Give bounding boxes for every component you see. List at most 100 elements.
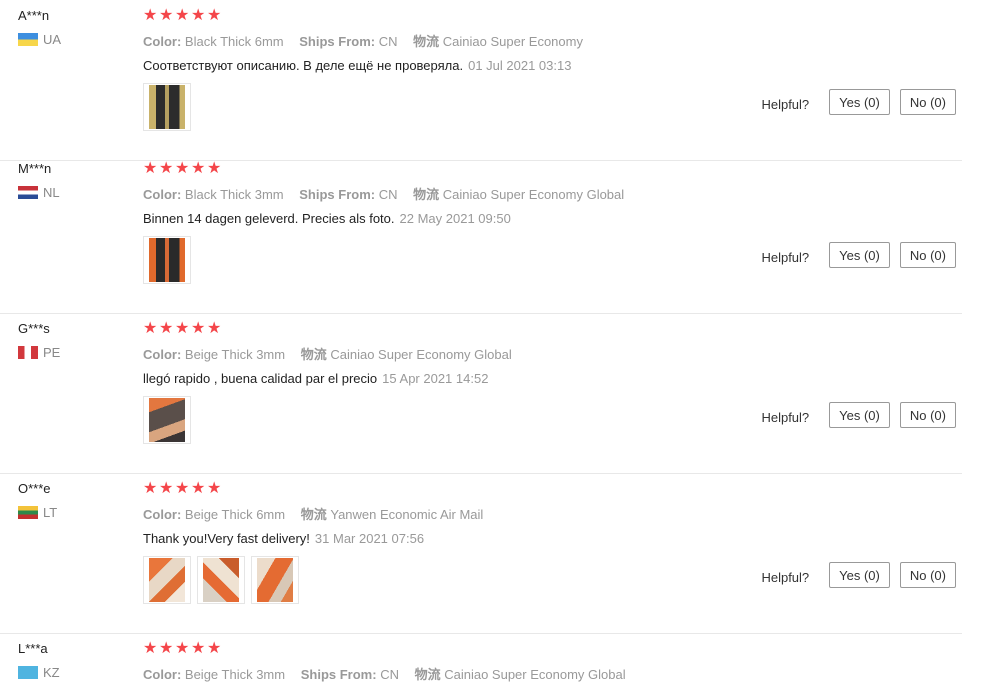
review-photo-thumbnail[interactable] xyxy=(143,236,191,284)
ships-from-value: CN xyxy=(378,34,398,49)
reviewer-country: UA xyxy=(18,32,61,47)
review-photo-thumbnail[interactable] xyxy=(143,83,191,131)
review-photos xyxy=(143,556,299,604)
reviewer-name: L***a xyxy=(18,641,48,656)
no-button[interactable]: No (0) xyxy=(899,89,956,115)
star-icon: ★ xyxy=(207,320,222,337)
star-icon: ★ xyxy=(207,640,222,657)
flag-nl-icon xyxy=(18,186,38,199)
helpful-label: Helpful? xyxy=(761,96,810,112)
color-value: Beige Thick 3mm xyxy=(184,667,286,682)
review-body: Thank you!Very fast delivery! xyxy=(143,531,310,546)
ships-from-label: Ships From: xyxy=(299,187,376,202)
logistics-label: 物流 xyxy=(413,187,440,202)
ships-from-label: Ships From: xyxy=(300,667,377,682)
flag-ua-icon xyxy=(18,33,38,46)
reviewer-country: KZ xyxy=(18,665,60,680)
star-icon: ★ xyxy=(191,320,206,337)
flag-lt-icon xyxy=(18,506,38,519)
no-button[interactable]: No (0) xyxy=(899,562,956,588)
review-body: Соответствуют описанию. В деле ещё не пр… xyxy=(143,58,464,73)
review-photo-thumbnail[interactable] xyxy=(143,556,191,604)
review-content: ★ ★ ★ ★ ★ Color: Black Thick 3mm Ships From:… xyxy=(143,160,962,284)
yes-button[interactable]: Yes (0) xyxy=(829,562,890,588)
logistics-value: Yanwen Economic Air Mail xyxy=(330,507,484,522)
star-icon: ★ xyxy=(159,640,174,657)
review-attributes: Color: Beige Thick 3mm Ships From: CN 物流… xyxy=(143,664,962,683)
star-icon: ★ xyxy=(175,160,190,177)
star-rating: ★ ★ ★ ★ ★ xyxy=(143,7,962,25)
ships-from-value: CN xyxy=(380,667,399,682)
helpful-label: Helpful? xyxy=(761,249,810,265)
star-icon: ★ xyxy=(143,320,158,337)
review-date: 31 Mar 2021 07:56 xyxy=(314,531,425,546)
logistics-label: 物流 xyxy=(414,667,441,682)
review-photos xyxy=(143,396,191,444)
review-text: Binnen 14 dagen geleverd. Precies als fo… xyxy=(143,211,962,226)
color-value: Beige Thick 6mm xyxy=(184,507,286,522)
review-text: llegó rapido , buena calidad par el prec… xyxy=(143,371,962,386)
review-content: ★ ★ ★ ★ ★ Color: Beige Thick 3mm 物流 Cainiao … xyxy=(143,320,962,444)
review-photo-thumbnail[interactable] xyxy=(143,396,191,444)
review-item: M***n NL ★ ★ ★ ★ ★ Color: Black Thick 3mm Sh… xyxy=(0,153,962,314)
no-button[interactable]: No (0) xyxy=(899,402,956,428)
star-icon: ★ xyxy=(143,480,158,497)
star-icon: ★ xyxy=(175,7,190,24)
star-icon: ★ xyxy=(191,7,206,24)
yes-button[interactable]: Yes (0) xyxy=(829,242,890,268)
star-icon: ★ xyxy=(143,640,158,657)
star-icon: ★ xyxy=(175,320,190,337)
review-date: 15 Apr 2021 14:52 xyxy=(382,371,489,386)
country-code: LT xyxy=(43,505,58,520)
star-rating: ★ ★ ★ ★ ★ xyxy=(143,640,962,658)
color-value: Black Thick 3mm xyxy=(184,187,284,202)
country-code: PE xyxy=(43,345,61,360)
reviewer-name: A***n xyxy=(18,8,50,23)
review-attributes: Color: Black Thick 3mm Ships From: CN 物流… xyxy=(143,184,962,203)
star-rating: ★ ★ ★ ★ ★ xyxy=(143,480,962,498)
helpful-label: Helpful? xyxy=(761,409,810,425)
no-button[interactable]: No (0) xyxy=(899,242,956,268)
review-content: ★ ★ ★ ★ ★ Color: Black Thick 6mm Ships From:… xyxy=(143,7,962,131)
ships-from-value: CN xyxy=(378,187,398,202)
star-icon: ★ xyxy=(175,480,190,497)
reviewer-info: G***s PE xyxy=(18,321,60,360)
country-code: NL xyxy=(43,185,60,200)
review-photo-thumbnail[interactable] xyxy=(197,556,245,604)
review-photos xyxy=(143,236,191,284)
review-text: Соответствуют описанию. В деле ещё не пр… xyxy=(143,58,962,73)
flag-pe-icon xyxy=(18,346,38,359)
helpful-label: Helpful? xyxy=(761,569,810,585)
review-attributes: Color: Black Thick 6mm Ships From: CN 物流… xyxy=(143,31,962,50)
star-icon: ★ xyxy=(207,480,222,497)
country-code: KZ xyxy=(43,665,60,680)
logistics-value: Cainiao Super Economy Global xyxy=(444,667,626,682)
star-icon: ★ xyxy=(175,640,190,657)
review-attributes: Color: Beige Thick 6mm 物流 Yanwen Economi… xyxy=(143,504,962,523)
review-photo-thumbnail[interactable] xyxy=(251,556,299,604)
color-label: Color: xyxy=(143,187,182,202)
review-body: Binnen 14 dagen geleverd. Precies als fo… xyxy=(143,211,395,226)
star-icon: ★ xyxy=(207,160,222,177)
star-icon: ★ xyxy=(159,320,174,337)
yes-button[interactable]: Yes (0) xyxy=(829,89,890,115)
reviewer-country: NL xyxy=(18,185,60,200)
logistics-value: Cainiao Super Economy xyxy=(442,34,583,49)
review-item: L***a KZ ★ ★ ★ ★ ★ Color: Beige Thick 3mm Sh… xyxy=(0,633,962,691)
reviewer-name: M***n xyxy=(18,161,52,176)
star-icon: ★ xyxy=(159,7,174,24)
review-photos xyxy=(143,83,191,131)
logistics-value: Cainiao Super Economy Global xyxy=(442,187,625,202)
color-value: Beige Thick 3mm xyxy=(184,347,286,362)
color-label: Color: xyxy=(143,34,182,49)
yes-button[interactable]: Yes (0) xyxy=(829,402,890,428)
reviewer-info: L***a KZ xyxy=(18,641,60,680)
star-icon: ★ xyxy=(143,7,158,24)
reviewer-country: PE xyxy=(18,345,60,360)
reviewer-name: G***s xyxy=(18,321,50,336)
star-icon: ★ xyxy=(143,160,158,177)
helpful-vote: Helpful? Yes (0) No (0) xyxy=(761,89,956,115)
star-icon: ★ xyxy=(191,160,206,177)
logistics-label: 物流 xyxy=(300,507,327,522)
reviewer-country: LT xyxy=(18,505,57,520)
